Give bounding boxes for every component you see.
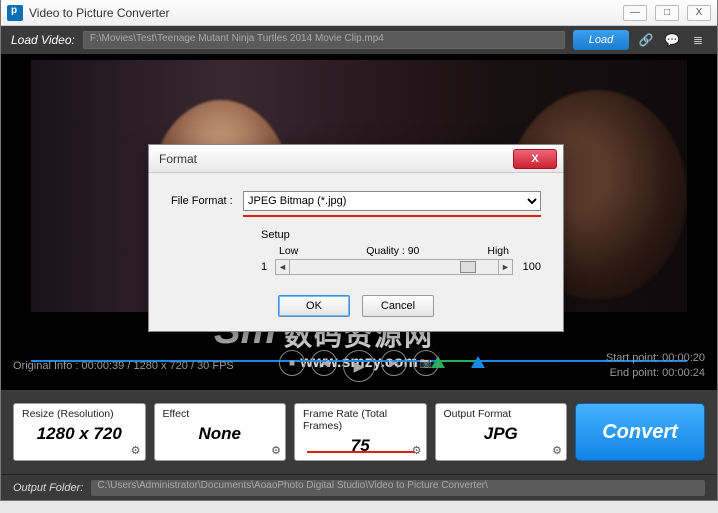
high-label: High bbox=[487, 245, 509, 257]
load-video-bar: Load Video: F:\Movies\Test\Teenage Mutan… bbox=[1, 26, 717, 54]
load-video-label: Load Video: bbox=[11, 33, 75, 47]
minimize-button[interactable]: — bbox=[623, 5, 647, 21]
dialog-close-button[interactable]: X bbox=[513, 149, 557, 169]
end-point-label: End point: bbox=[610, 367, 660, 379]
low-label: Low bbox=[279, 245, 298, 257]
chat-icon[interactable]: 💬 bbox=[663, 31, 681, 49]
prev-frame-button[interactable]: |◀ bbox=[311, 350, 337, 376]
original-info-label: Original Info : 00:00:39 / 1280 x 720 / … bbox=[13, 360, 279, 372]
file-format-select[interactable]: JPEG Bitmap (*.jpg) bbox=[243, 191, 541, 211]
framerate-box[interactable]: Frame Rate (Total Frames) 75 ⚙ bbox=[294, 403, 427, 461]
output-folder-field[interactable]: C:\Users\Administrator\Documents\AoaoPho… bbox=[91, 480, 705, 496]
video-path-field[interactable]: F:\Movies\Test\Teenage Mutant Ninja Turt… bbox=[83, 31, 565, 49]
highlight-line bbox=[243, 215, 541, 217]
convert-button[interactable]: Convert bbox=[575, 403, 705, 461]
slider-left-arrow-icon[interactable]: ◄ bbox=[276, 260, 290, 274]
slider-min: 1 bbox=[261, 261, 271, 273]
effect-box[interactable]: Effect None ⚙ bbox=[154, 403, 287, 461]
config-bar: Resize (Resolution) 1280 x 720 ⚙ Effect … bbox=[1, 390, 717, 474]
attach-icon[interactable]: 🔗 bbox=[637, 31, 655, 49]
slider-right-arrow-icon[interactable]: ► bbox=[498, 260, 512, 274]
effect-value: None bbox=[163, 424, 278, 444]
gear-icon[interactable]: ⚙ bbox=[412, 444, 422, 457]
stop-button[interactable]: ■ bbox=[279, 350, 305, 376]
gear-icon[interactable]: ⚙ bbox=[271, 444, 281, 457]
output-format-box[interactable]: Output Format JPG ⚙ bbox=[435, 403, 568, 461]
slider-max: 100 bbox=[517, 261, 541, 273]
gear-icon[interactable]: ⚙ bbox=[552, 444, 562, 457]
output-folder-label: Output Folder: bbox=[13, 482, 83, 494]
play-button[interactable]: ▶ bbox=[343, 350, 375, 382]
resize-value: 1280 x 720 bbox=[22, 424, 137, 444]
snapshot-button[interactable]: 📷 bbox=[413, 350, 439, 376]
quality-label: Quality : 90 bbox=[366, 245, 419, 257]
ok-button[interactable]: OK bbox=[278, 295, 350, 317]
app-logo-icon bbox=[7, 5, 23, 21]
maximize-button[interactable]: □ bbox=[655, 5, 679, 21]
end-point-value: 00:00:24 bbox=[662, 367, 705, 379]
playback-controls: ■ |◀ ▶ ▶| 📷 bbox=[279, 350, 439, 382]
next-frame-button[interactable]: ▶| bbox=[381, 350, 407, 376]
format-dialog: Format X File Format : JPEG Bitmap (*.jp… bbox=[148, 144, 564, 332]
output-folder-bar: Output Folder: C:\Users\Administrator\Do… bbox=[1, 474, 717, 500]
gear-icon[interactable]: ⚙ bbox=[131, 444, 141, 457]
quality-slider[interactable]: ◄ ► bbox=[275, 259, 513, 275]
output-format-value: JPG bbox=[444, 424, 559, 444]
load-button[interactable]: Load bbox=[573, 30, 629, 50]
framerate-value: 75 bbox=[303, 436, 418, 456]
cancel-button[interactable]: Cancel bbox=[362, 295, 434, 317]
dialog-titlebar: Format X bbox=[149, 145, 563, 173]
effect-header: Effect bbox=[163, 408, 278, 420]
setup-label: Setup bbox=[261, 229, 541, 241]
file-format-label: File Format : bbox=[171, 195, 243, 207]
slider-thumb[interactable] bbox=[460, 261, 476, 273]
titlebar: Video to Picture Converter — □ X bbox=[1, 0, 717, 26]
dialog-title: Format bbox=[155, 152, 513, 166]
resize-box[interactable]: Resize (Resolution) 1280 x 720 ⚙ bbox=[13, 403, 146, 461]
start-point-label: Start point: bbox=[606, 352, 659, 364]
resize-header: Resize (Resolution) bbox=[22, 408, 137, 420]
framerate-header: Frame Rate (Total Frames) bbox=[303, 408, 418, 432]
start-point-value: 00:00:20 bbox=[662, 352, 705, 364]
range-points: Start point: 00:00:20 End point: 00:00:2… bbox=[439, 351, 705, 382]
window-title: Video to Picture Converter bbox=[29, 6, 623, 20]
list-icon[interactable]: ≣ bbox=[689, 31, 707, 49]
output-format-header: Output Format bbox=[444, 408, 559, 420]
close-button[interactable]: X bbox=[687, 5, 711, 21]
